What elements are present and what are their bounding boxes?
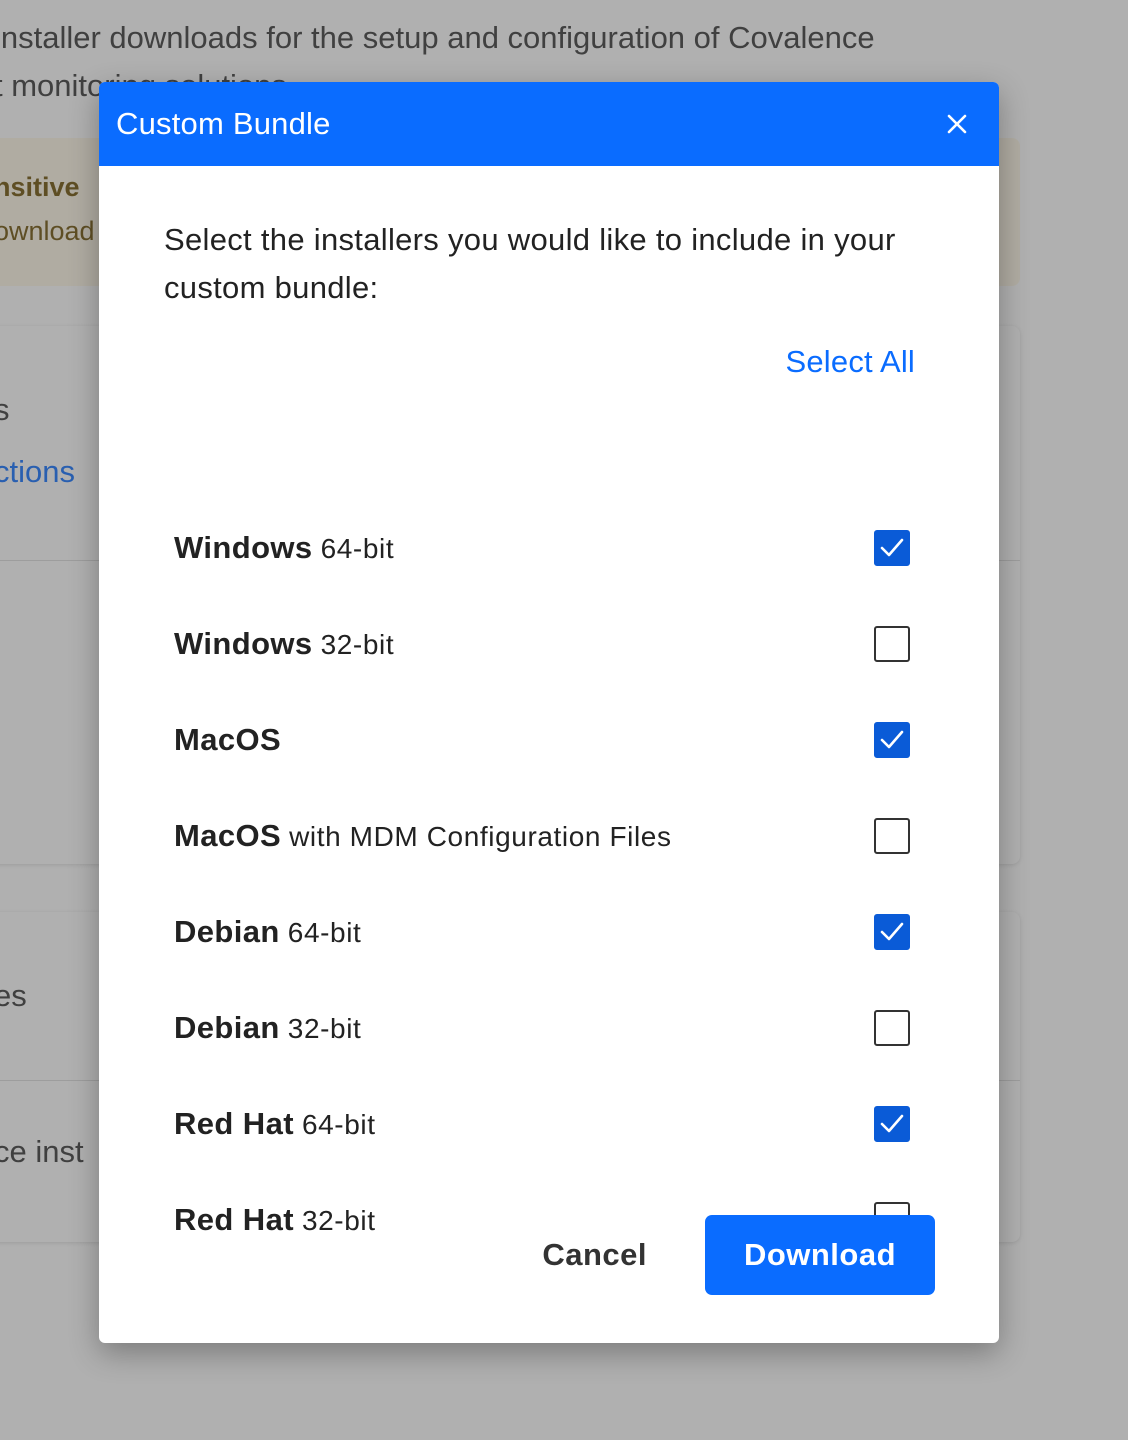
installer-option-detail: with MDM Configuration Files bbox=[289, 821, 672, 852]
select-all-link[interactable]: Select All bbox=[785, 344, 915, 380]
installer-checkbox[interactable] bbox=[874, 818, 910, 854]
installer-option-label: MacOS bbox=[174, 722, 281, 758]
checkmark-icon bbox=[880, 922, 904, 941]
dialog-title: Custom Bundle bbox=[116, 106, 331, 141]
custom-bundle-dialog: Custom Bundle Select the installers you … bbox=[99, 82, 999, 1343]
cancel-button[interactable]: Cancel bbox=[542, 1237, 647, 1273]
dialog-footer: Cancel Download bbox=[542, 1215, 935, 1295]
download-button[interactable]: Download bbox=[705, 1215, 935, 1295]
installer-option-label: MacOS with MDM Configuration Files bbox=[174, 818, 672, 854]
installer-option-detail: 32-bit bbox=[320, 629, 395, 660]
installer-option-label: Red Hat 32-bit bbox=[174, 1202, 376, 1238]
close-icon bbox=[947, 114, 967, 134]
installer-checkbox[interactable] bbox=[874, 1106, 910, 1142]
checkmark-icon bbox=[880, 1114, 904, 1133]
installer-option: Windows 32-bit bbox=[174, 596, 910, 692]
installer-option: MacOS with MDM Configuration Files bbox=[174, 788, 910, 884]
installer-checkbox[interactable] bbox=[874, 626, 910, 662]
installer-checkbox[interactable] bbox=[874, 722, 910, 758]
installer-option: MacOS bbox=[174, 692, 910, 788]
checkmark-icon bbox=[880, 538, 904, 557]
installer-option-name: MacOS bbox=[174, 818, 282, 853]
installer-checkbox[interactable] bbox=[874, 530, 910, 566]
installer-option-name: Red Hat bbox=[174, 1106, 294, 1141]
installer-option-name: Debian bbox=[174, 914, 280, 949]
installer-option: Debian 64-bit bbox=[174, 884, 910, 980]
installer-option-label: Windows 32-bit bbox=[174, 626, 394, 662]
installer-option-name: Windows bbox=[174, 530, 313, 565]
installer-option-label: Debian 64-bit bbox=[174, 914, 361, 950]
installer-option-detail: 64-bit bbox=[287, 917, 362, 948]
installer-option-label: Windows 64-bit bbox=[174, 530, 394, 566]
installer-option: Debian 32-bit bbox=[174, 980, 910, 1076]
installer-option: Windows 64-bit bbox=[174, 500, 910, 596]
installer-checkbox[interactable] bbox=[874, 1010, 910, 1046]
installer-option-detail: 64-bit bbox=[320, 533, 395, 564]
installer-option-name: Debian bbox=[174, 1010, 280, 1045]
installer-option-detail: 32-bit bbox=[301, 1205, 376, 1236]
installer-option-name: Windows bbox=[174, 626, 313, 661]
installer-option-detail: 32-bit bbox=[287, 1013, 362, 1044]
installer-option-detail: 64-bit bbox=[301, 1109, 376, 1140]
checkmark-icon bbox=[880, 730, 904, 749]
dialog-description: Select the installers you would like to … bbox=[164, 222, 896, 305]
installer-option-label: Red Hat 64-bit bbox=[174, 1106, 376, 1142]
installer-option: Red Hat 64-bit bbox=[174, 1076, 910, 1172]
installer-option-label: Debian 32-bit bbox=[174, 1010, 361, 1046]
installer-option-name: MacOS bbox=[174, 722, 282, 757]
installer-option-name: Red Hat bbox=[174, 1202, 294, 1237]
dialog-header: Custom Bundle bbox=[99, 82, 999, 166]
installer-checkbox[interactable] bbox=[874, 914, 910, 950]
close-button[interactable] bbox=[941, 108, 973, 140]
